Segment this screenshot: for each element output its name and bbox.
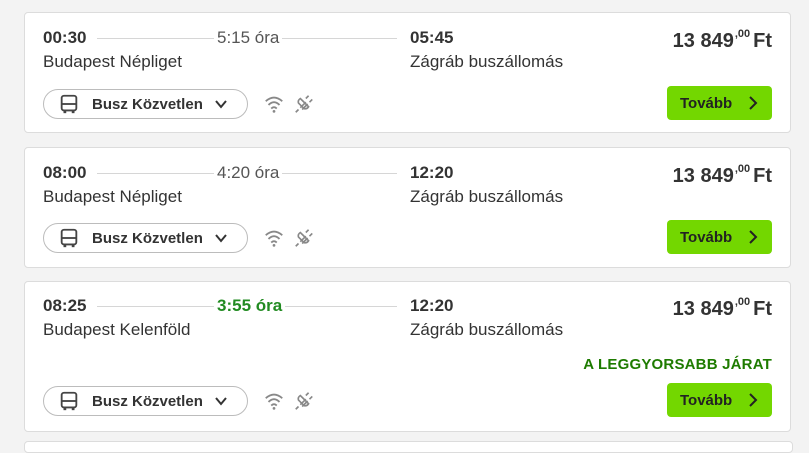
price-currency: Ft bbox=[753, 298, 772, 320]
chevron-right-icon bbox=[749, 393, 758, 407]
fastest-badge: A LEGGYORSABB JÁRAT bbox=[583, 356, 772, 373]
arrival-station: Zágráb buszállomás bbox=[410, 187, 564, 206]
continue-button-label: Tovább bbox=[680, 391, 733, 409]
price-amount: 13 849 bbox=[672, 30, 734, 52]
continue-button[interactable]: Tovább bbox=[667, 220, 772, 254]
arrival-time: 05:45 bbox=[410, 28, 454, 47]
power-plug-icon bbox=[295, 392, 313, 410]
chevron-right-icon bbox=[749, 96, 758, 110]
departure-time: 00:30 bbox=[43, 28, 87, 47]
price: 13 849,00 Ft bbox=[672, 163, 772, 188]
chevron-down-icon bbox=[215, 100, 227, 109]
arrival-time: 12:20 bbox=[410, 163, 454, 182]
price-currency: Ft bbox=[753, 30, 772, 52]
price: 13 849,00 Ft bbox=[672, 28, 772, 53]
trip-card[interactable]: 00:30 5:15 óra 05:45 Budapest Népliget Z… bbox=[24, 12, 791, 133]
duration: 5:15 óra bbox=[214, 28, 283, 48]
price-decimals: ,00 bbox=[734, 296, 751, 308]
price-amount: 13 849 bbox=[672, 165, 734, 187]
arrival-station: Zágráb buszállomás bbox=[410, 52, 564, 71]
departure-time: 08:25 bbox=[43, 296, 87, 315]
departure-station: Budapest Népliget bbox=[43, 187, 182, 206]
transport-dropdown[interactable]: Busz Közvetlen bbox=[43, 89, 248, 119]
departure-station: Budapest Népliget bbox=[43, 52, 182, 71]
arrival-station: Zágráb buszállomás bbox=[410, 320, 564, 339]
bus-icon bbox=[60, 391, 78, 411]
departure-station: Budapest Kelenföld bbox=[43, 320, 191, 339]
transport-label: Busz Közvetlen bbox=[92, 392, 203, 410]
departure-time: 08:00 bbox=[43, 163, 87, 182]
chevron-down-icon bbox=[215, 234, 227, 243]
bus-icon bbox=[60, 228, 78, 248]
wifi-icon bbox=[265, 230, 283, 247]
trip-card-partial bbox=[24, 441, 793, 453]
duration: 3:55 óra bbox=[214, 296, 286, 316]
wifi-icon bbox=[265, 96, 283, 113]
continue-button-label: Tovább bbox=[680, 228, 733, 246]
continue-button[interactable]: Tovább bbox=[667, 383, 772, 417]
transport-dropdown[interactable]: Busz Közvetlen bbox=[43, 386, 248, 416]
price: 13 849,00 Ft bbox=[672, 296, 772, 321]
transport-label: Busz Közvetlen bbox=[92, 95, 203, 113]
continue-button-label: Tovább bbox=[680, 94, 733, 112]
trip-card[interactable]: 08:00 4:20 óra 12:20 Budapest Népliget Z… bbox=[24, 147, 791, 268]
power-plug-icon bbox=[295, 229, 313, 247]
price-decimals: ,00 bbox=[734, 163, 751, 175]
transport-dropdown[interactable]: Busz Közvetlen bbox=[43, 223, 248, 253]
continue-button[interactable]: Tovább bbox=[667, 86, 772, 120]
trip-card[interactable]: 08:25 3:55 óra 12:20 Budapest Kelenföld … bbox=[24, 281, 791, 432]
price-decimals: ,00 bbox=[734, 28, 751, 40]
chevron-down-icon bbox=[215, 397, 227, 406]
bus-icon bbox=[60, 94, 78, 114]
transport-label: Busz Közvetlen bbox=[92, 229, 203, 247]
duration: 4:20 óra bbox=[214, 163, 283, 183]
arrival-time: 12:20 bbox=[410, 296, 454, 315]
price-amount: 13 849 bbox=[672, 298, 734, 320]
chevron-right-icon bbox=[749, 230, 758, 244]
wifi-icon bbox=[265, 393, 283, 410]
price-currency: Ft bbox=[753, 165, 772, 187]
power-plug-icon bbox=[295, 95, 313, 113]
